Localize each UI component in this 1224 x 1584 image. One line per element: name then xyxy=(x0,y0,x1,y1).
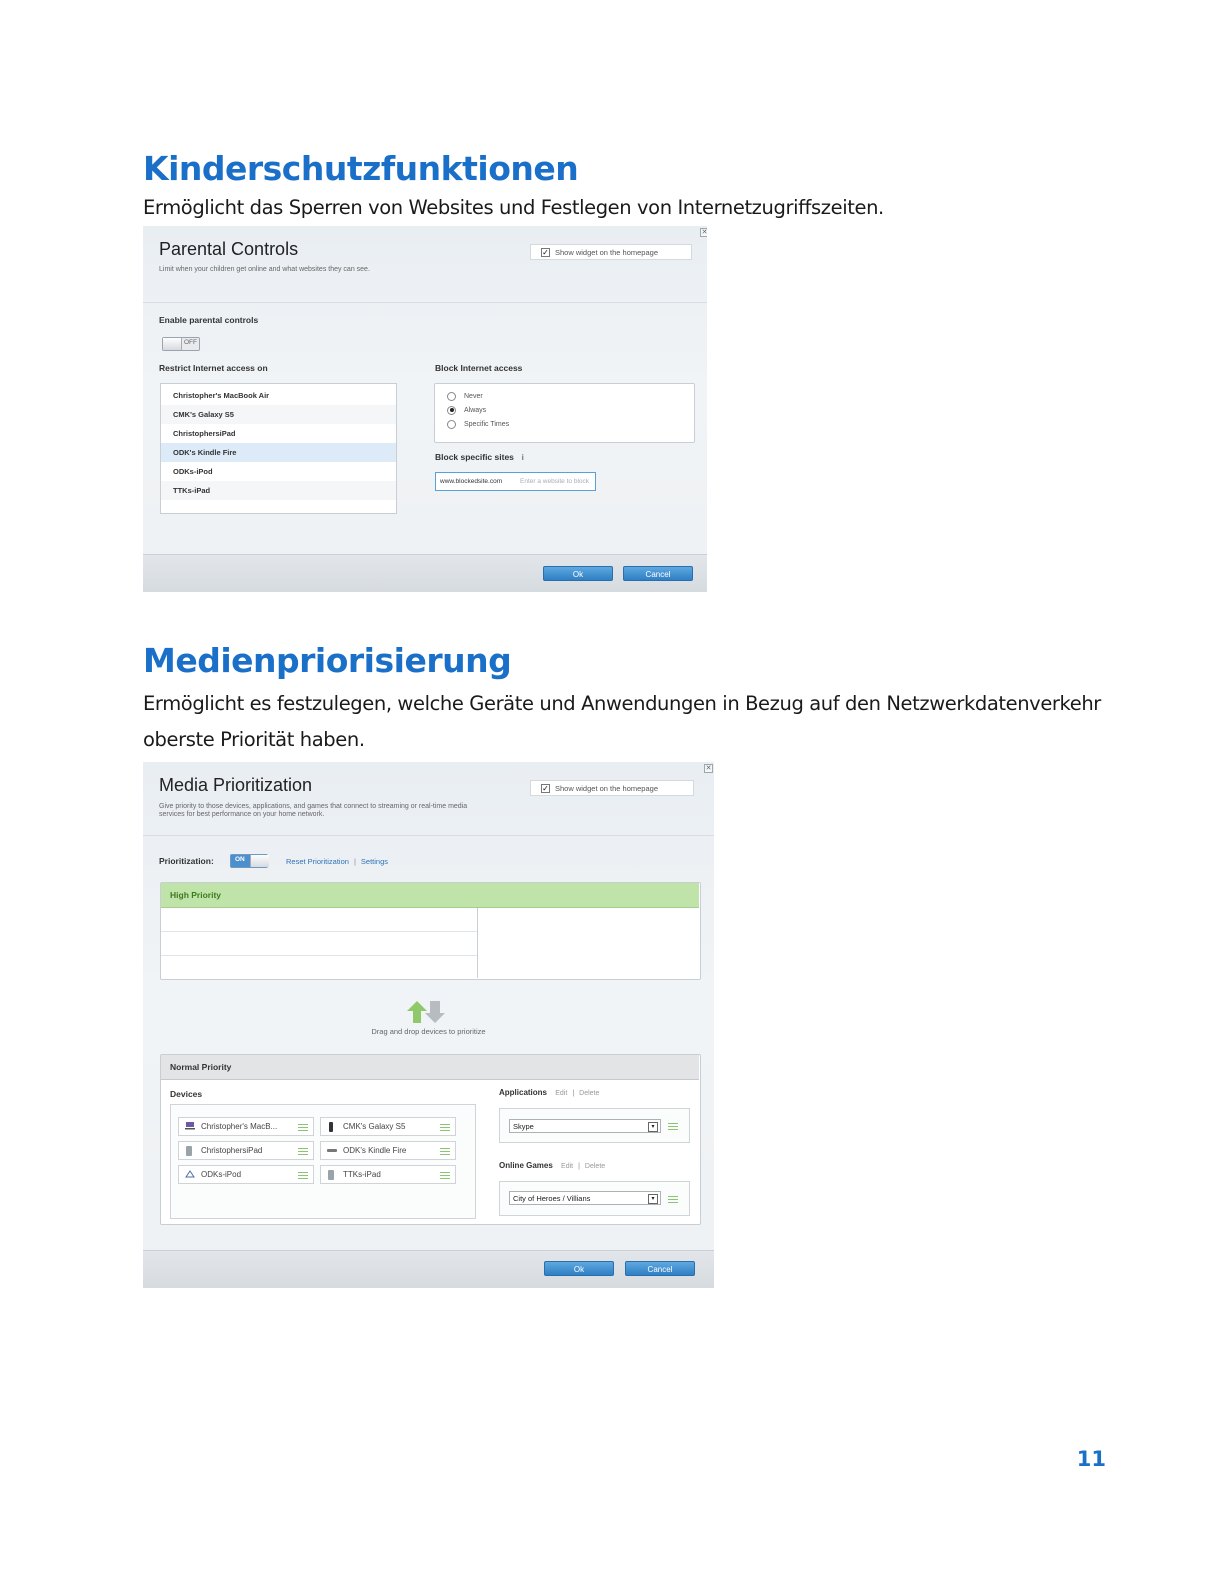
block-sites-label: Block specific sites i xyxy=(435,452,524,462)
priority-arrows-icon xyxy=(407,1001,445,1023)
tablet-icon xyxy=(185,1146,193,1158)
toggle-state: OFF xyxy=(184,339,197,346)
parental-controls-screenshot: Parental Controls Limit when your childr… xyxy=(143,226,707,592)
block-option-specific-times[interactable]: Specific Times xyxy=(447,418,694,432)
devices-label: Devices xyxy=(170,1089,203,1099)
section-heading-parental-controls: Kinderschutzfunktionen xyxy=(143,149,579,188)
online-game-select[interactable]: City of Heroes / Villians ▾ xyxy=(509,1191,661,1205)
checkbox-checked-icon: ✓ xyxy=(541,783,550,793)
applications-label: Applications xyxy=(499,1088,548,1097)
close-icon[interactable]: ✕ xyxy=(700,228,707,237)
close-icon[interactable]: ✕ xyxy=(704,764,713,773)
chevron-down-icon: ▾ xyxy=(648,1122,658,1132)
dialog-subtitle-line2: services for best performance on your ho… xyxy=(159,811,325,818)
cancel-button[interactable]: Cancel xyxy=(625,1261,695,1276)
device-list-item-selected[interactable]: ODK's Kindle Fire xyxy=(161,443,396,462)
media-prioritization-screenshot: Media Prioritization Give priority to th… xyxy=(143,762,714,1288)
high-priority-header: High Priority xyxy=(161,883,699,908)
drag-handle-icon[interactable] xyxy=(298,1124,308,1131)
toggle-state: ON xyxy=(235,856,245,863)
device-list-item[interactable]: TTKs-iPad xyxy=(161,481,396,500)
info-icon[interactable]: i xyxy=(522,452,524,462)
kindle-icon xyxy=(327,1146,337,1156)
block-option-never[interactable]: Never xyxy=(447,390,694,404)
block-site-input[interactable]: www.blockedsite.com Enter a website to b… xyxy=(435,472,596,491)
application-select[interactable]: Skype ▾ xyxy=(509,1119,661,1133)
device-chip[interactable]: ODKs-iPod xyxy=(178,1165,314,1184)
drag-handle-icon[interactable] xyxy=(668,1196,678,1203)
show-widget-checkbox[interactable]: ✓ Show widget on the homepage xyxy=(530,244,692,260)
device-chip[interactable]: Christopher's MacB... xyxy=(178,1117,314,1136)
section-description-parental-controls: Ermöglicht das Sperren von Websites und … xyxy=(143,196,884,219)
section-description-line2: oberste Priorität haben. xyxy=(143,728,365,751)
reset-prioritization-link[interactable]: Reset Prioritization xyxy=(286,857,349,866)
show-widget-checkbox[interactable]: ✓ Show widget on the homepage xyxy=(530,780,694,796)
drag-drop-hint: Drag and drop devices to prioritize xyxy=(371,1027,486,1036)
drag-handle-icon[interactable] xyxy=(440,1124,450,1131)
dialog-title: Media Prioritization xyxy=(159,775,313,795)
dialog-title: Parental Controls xyxy=(159,239,299,259)
show-widget-label: Show widget on the homepage xyxy=(555,783,658,793)
radio-icon xyxy=(447,419,456,429)
page-number: 11 xyxy=(1076,1447,1106,1471)
applications-edit-link[interactable]: Edit xyxy=(555,1090,567,1097)
block-internet-label: Block Internet access xyxy=(435,363,523,373)
blocked-site-entry: www.blockedsite.com xyxy=(440,478,503,485)
normal-priority-header: Normal Priority xyxy=(161,1055,699,1080)
section-description-line1: Ermöglicht es festzulegen, welche Geräte… xyxy=(143,692,1101,715)
ok-button[interactable]: Ok xyxy=(544,1261,614,1276)
settings-link[interactable]: Settings xyxy=(361,857,388,866)
tablet-icon xyxy=(327,1170,335,1182)
block-site-placeholder: Enter a website to block xyxy=(520,478,590,485)
checkbox-checked-icon: ✓ xyxy=(541,247,550,257)
device-list-item[interactable]: Christopher's MacBook Air xyxy=(161,386,396,405)
parental-controls-toggle[interactable]: OFF xyxy=(162,337,200,351)
laptop-icon xyxy=(185,1122,195,1132)
applications-delete-link[interactable]: Delete xyxy=(579,1090,599,1097)
online-games-edit-link[interactable]: Edit xyxy=(561,1163,573,1170)
toggle-knob xyxy=(250,855,269,867)
radio-icon xyxy=(447,391,456,401)
restrict-access-label: Restrict Internet access on xyxy=(159,363,268,373)
enable-parental-controls-label: Enable parental controls xyxy=(159,315,259,325)
device-list: Christopher's MacBook Air CMK's Galaxy S… xyxy=(160,383,397,514)
drag-handle-icon[interactable] xyxy=(298,1148,308,1155)
prioritization-toggle[interactable]: ON xyxy=(230,854,269,868)
radio-selected-icon xyxy=(447,405,456,415)
show-widget-label: Show widget on the homepage xyxy=(555,247,658,257)
dialog-subtitle-line1: Give priority to those devices, applicat… xyxy=(159,803,468,810)
header-divider xyxy=(143,302,707,303)
device-list-item[interactable]: ChristophersiPad xyxy=(161,424,396,443)
toggle-knob xyxy=(163,338,182,350)
drag-handle-icon[interactable] xyxy=(440,1148,450,1155)
online-games-header: Online Games Edit | Delete xyxy=(499,1161,606,1170)
device-chip[interactable]: CMK's Galaxy S5 xyxy=(320,1117,456,1136)
online-games-delete-link[interactable]: Delete xyxy=(585,1163,605,1170)
header-divider xyxy=(143,835,714,836)
high-priority-device-slots xyxy=(161,908,478,978)
device-chip[interactable]: TTKs-iPad xyxy=(320,1165,456,1184)
online-games-label: Online Games xyxy=(499,1161,553,1170)
ipod-icon xyxy=(185,1170,195,1180)
block-option-always[interactable]: Always xyxy=(447,404,694,418)
section-heading-media-prioritization: Medienpriorisierung xyxy=(143,641,512,680)
cancel-button[interactable]: Cancel xyxy=(623,566,693,581)
drag-handle-icon[interactable] xyxy=(440,1172,450,1179)
dialog-subtitle: Limit when your children get online and … xyxy=(159,266,370,273)
block-options-box: Never Always Specific Times xyxy=(434,383,695,443)
drag-handle-icon[interactable] xyxy=(668,1123,678,1130)
priority-slot[interactable] xyxy=(161,908,477,932)
priority-slot[interactable] xyxy=(161,932,477,956)
ok-button[interactable]: Ok xyxy=(543,566,613,581)
chevron-down-icon: ▾ xyxy=(648,1194,658,1204)
device-chip[interactable]: ODK's Kindle Fire xyxy=(320,1141,456,1160)
device-list-item[interactable]: ODKs-iPod xyxy=(161,462,396,481)
drag-handle-icon[interactable] xyxy=(298,1172,308,1179)
applications-header: Applications Edit | Delete xyxy=(499,1088,600,1097)
device-chip[interactable]: ChristophersiPad xyxy=(178,1141,314,1160)
prioritization-label: Prioritization: xyxy=(159,856,214,866)
phone-icon xyxy=(327,1122,335,1134)
device-list-item[interactable]: CMK's Galaxy S5 xyxy=(161,405,396,424)
prioritization-links: Reset Prioritization | Settings xyxy=(286,857,389,866)
